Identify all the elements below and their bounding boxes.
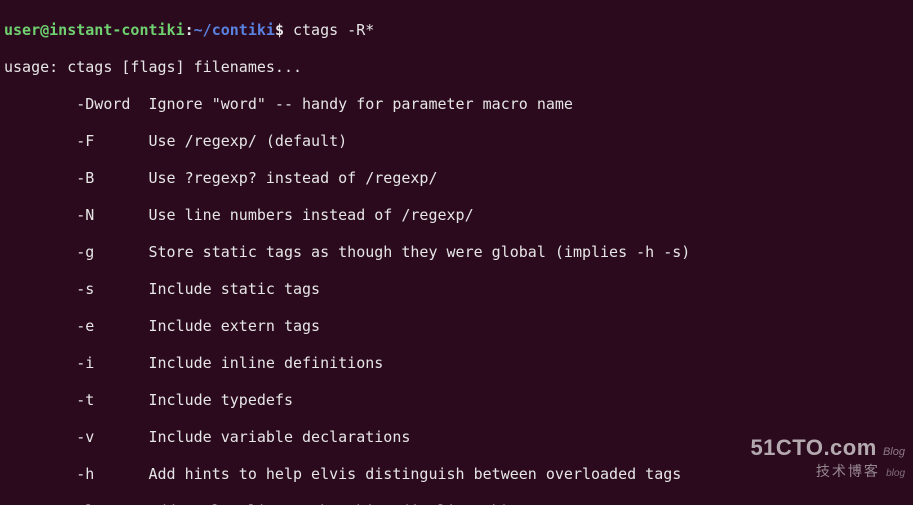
prompt-line-1: user@instant-contiki:~/contiki$ ctags -R… bbox=[4, 21, 909, 40]
flag-line: -s Include static tags bbox=[4, 280, 909, 299]
flag-line: -g Store static tags as though they were… bbox=[4, 243, 909, 262]
flag-line: -i Include inline definitions bbox=[4, 354, 909, 373]
flag-line: -l Add a "ln" line number hint (implies … bbox=[4, 502, 909, 505]
flag-line: -e Include extern tags bbox=[4, 317, 909, 336]
flag-line: -t Include typedefs bbox=[4, 391, 909, 410]
usage-line: usage: ctags [flags] filenames... bbox=[4, 58, 909, 77]
flag-line: -h Add hints to help elvis distinguish b… bbox=[4, 465, 909, 484]
terminal-output[interactable]: user@instant-contiki:~/contiki$ ctags -R… bbox=[0, 0, 913, 505]
colon: : bbox=[185, 21, 194, 39]
cwd: ~/contiki bbox=[194, 21, 275, 39]
user-host: user@instant-contiki bbox=[4, 21, 185, 39]
flag-line: -F Use /regexp/ (default) bbox=[4, 132, 909, 151]
command-1: ctags -R* bbox=[293, 21, 374, 39]
flag-line: -Dword Ignore "word" -- handy for parame… bbox=[4, 95, 909, 114]
flag-line: -N Use line numbers instead of /regexp/ bbox=[4, 206, 909, 225]
flag-line: -v Include variable declarations bbox=[4, 428, 909, 447]
dollar: $ bbox=[275, 21, 293, 39]
flag-line: -B Use ?regexp? instead of /regexp/ bbox=[4, 169, 909, 188]
